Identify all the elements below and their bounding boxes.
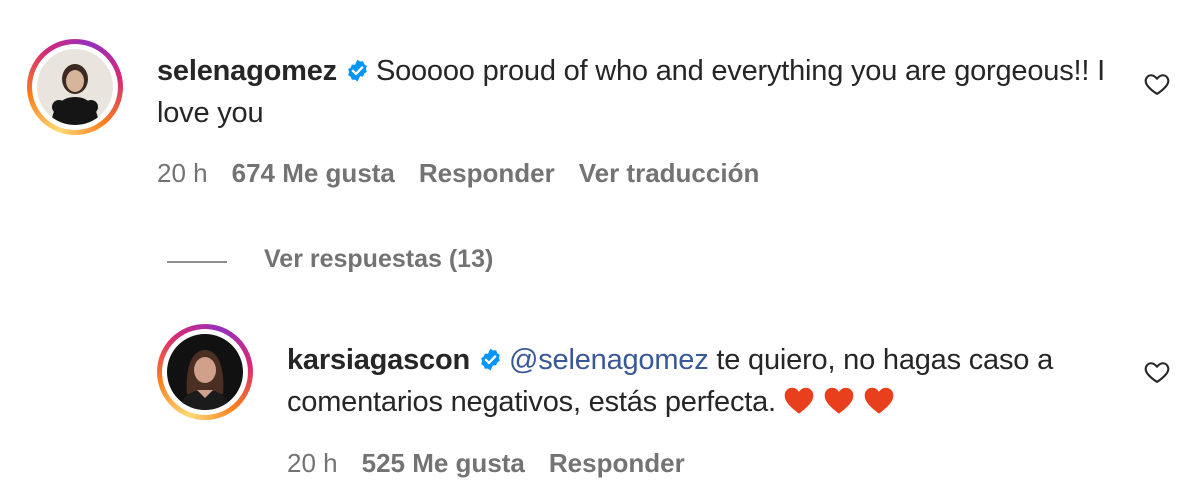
like-count[interactable]: 525 Me gusta	[362, 448, 525, 478]
like-count[interactable]: 674 Me gusta	[232, 158, 395, 188]
reply-button[interactable]: Responder	[549, 448, 685, 478]
reply-meta: 20 h 525 Me gusta Responder	[287, 448, 709, 479]
verified-badge-icon	[481, 348, 500, 371]
translate-button[interactable]: Ver traducción	[579, 158, 760, 188]
view-replies-button[interactable]: Ver respuestas (13)	[264, 245, 493, 274]
avatar-image	[37, 49, 113, 125]
comment-time[interactable]: 20 h	[157, 158, 208, 188]
reply-time[interactable]: 20 h	[287, 448, 338, 478]
reply-button[interactable]: Responder	[419, 158, 555, 188]
reply-body: karsiagascon @selenagomez te quiero, no h…	[287, 339, 1127, 423]
avatar[interactable]	[157, 324, 253, 420]
red-heart-icon	[824, 387, 854, 414]
avatar-image	[167, 334, 243, 410]
comment-body: selenagomez Sooooo proud of who and every…	[157, 50, 1107, 134]
red-heart-icon	[784, 387, 814, 414]
comment-username[interactable]: selenagomez	[157, 55, 337, 87]
avatar[interactable]	[27, 39, 123, 135]
red-heart-icon	[864, 387, 894, 414]
like-heart-icon[interactable]	[1143, 358, 1171, 386]
comment-meta: 20 h 674 Me gusta Responder Ver traducción	[157, 158, 783, 189]
replies-divider	[167, 261, 227, 263]
like-heart-icon[interactable]	[1143, 70, 1171, 98]
reply-username[interactable]: karsiagascon	[287, 344, 470, 376]
verified-badge-icon	[348, 59, 367, 82]
mention-link[interactable]: @selenagomez	[509, 344, 709, 376]
